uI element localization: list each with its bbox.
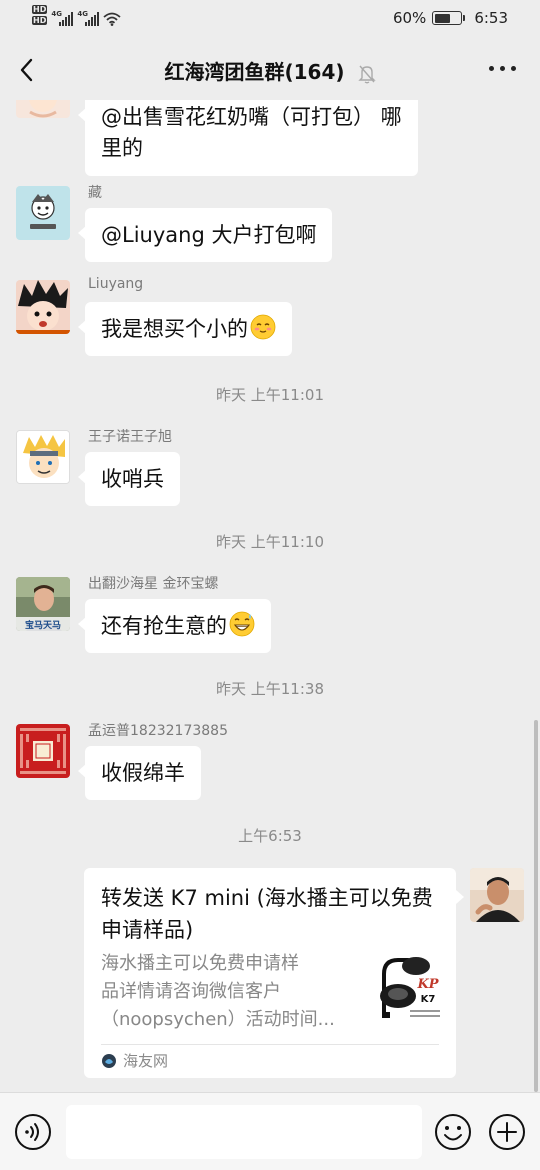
clock: 6:53 [474,9,508,27]
blush-smile-emoji [250,314,276,340]
chat-area: @出售雪花红奶嘴（可打包） 哪 里的 藏 @Liuyang 大户打包啊 Liuy… [0,100,540,1092]
hd-badge-2: HD [32,16,48,25]
svg-text:K7: K7 [421,994,436,1005]
sender-name: 孟运普18232173885 [88,723,228,739]
hd-badge-1: HD [32,5,48,14]
svg-text:KP: KP [416,977,439,992]
signal-icon-1: 4G [51,10,74,26]
scrollbar[interactable] [534,720,538,1092]
sender-name: 出翻沙海星 金环宝螺 [88,576,219,592]
link-card-description: 海水播主可以免费申请样 品详情请咨询微信客户 （noopsychen）活动时间.… [101,953,335,1030]
avatar-sticker[interactable] [16,186,70,240]
message-bubble[interactable]: @出售雪花红奶嘴（可打包） 哪 里的 [78,100,418,176]
timestamp: 昨天 上午11:38 [216,680,324,698]
message-bubble[interactable]: @Liuyang 大户打包啊 [77,208,333,262]
voice-icon[interactable] [14,1113,52,1151]
link-card-title: 转发送 K7 mini (海水播主可以免费申请样品) [101,886,433,942]
message-bubble[interactable]: 还有抢生意的 [78,599,271,653]
avatar-red-seal[interactable] [16,724,70,778]
status-bar: HD HD 4G 4G 60% 6:53 [0,0,540,38]
mute-bell-icon [357,65,376,83]
timestamp: 昨天 上午11:10 [216,533,324,551]
avatar-person-photo[interactable]: 宝马天马 [16,577,70,631]
chat-header: 红海湾团鱼群(164) [0,40,540,100]
link-card-thumbnail: KP K7 [372,952,442,1026]
avatar-naruto[interactable] [16,430,70,484]
source-logo-icon [102,1053,116,1068]
message-bubble[interactable]: 收假绵羊 [78,746,201,800]
avatar-man-photo[interactable] [470,868,524,922]
emoji-icon[interactable] [434,1113,472,1151]
svg-text:宝马天马: 宝马天马 [25,619,61,631]
signal-group: HD HD 4G 4G [32,5,121,26]
link-card[interactable]: 转发送 K7 mini (海水播主可以免费申请样品) 海水播主可以免费申请样 品… [84,868,464,1078]
link-card-source: 海友网 [101,1050,168,1071]
wifi-icon [103,12,121,26]
message-input[interactable] [66,1105,422,1159]
battery-icon [432,11,466,25]
timestamp: 昨天 上午11:01 [216,386,324,404]
input-bar [0,1092,540,1170]
timestamp: 上午6:53 [238,827,302,845]
avatar-goku[interactable] [16,280,70,334]
sender-name: 王子诺王子旭 [88,429,172,445]
signal-icon-2: 4G [77,10,100,26]
message-bubble[interactable]: 我是想买个小的 [78,302,292,356]
sender-name: 藏 [88,185,102,201]
grin-sweat-emoji [229,611,255,637]
battery-percent: 60% [392,9,427,27]
chat-title: 红海湾团鱼群(164) [164,60,345,84]
more-icon[interactable] [489,66,516,71]
sender-name: Liuyang [88,276,144,292]
plus-icon[interactable] [488,1113,526,1151]
avatar-cartoon-girl[interactable] [16,100,70,118]
message-bubble[interactable]: 收哨兵 [78,452,180,506]
